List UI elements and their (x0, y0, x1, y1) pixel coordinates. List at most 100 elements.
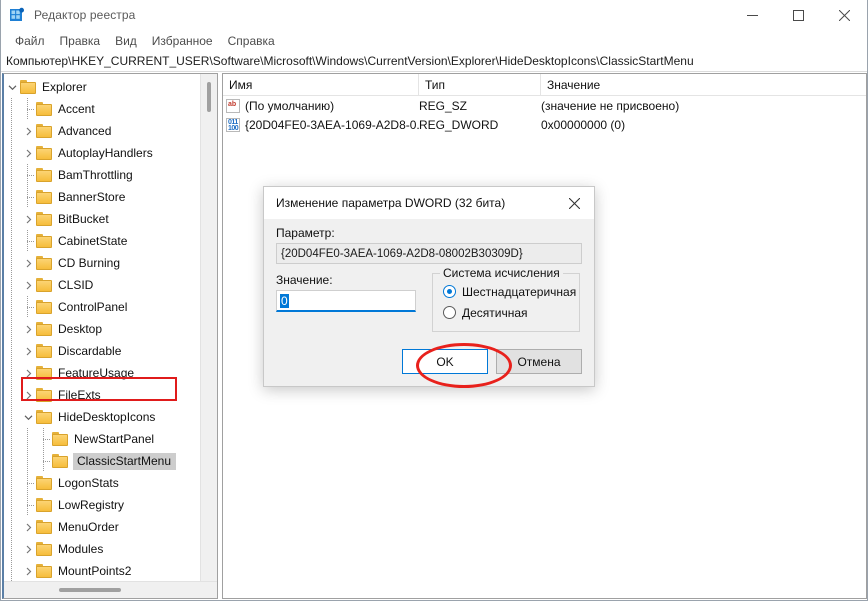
tree-vertical-scrollbar-thumb[interactable] (207, 82, 211, 112)
tree-node-lowregistry[interactable]: LowRegistry (4, 494, 201, 516)
radio-hexadecimal[interactable]: Шестнадцатеричная (443, 281, 579, 302)
column-header-name[interactable]: Имя (223, 74, 419, 96)
value-column: Значение: 0 (276, 273, 426, 332)
value-label: Значение: (276, 273, 333, 287)
tree-node-label: Desktop (58, 322, 103, 336)
radio-decimal[interactable]: Десятичная (443, 302, 579, 323)
tree-node-fileexts[interactable]: FileExts (4, 384, 201, 406)
tree-node-mountpoints2[interactable]: MountPoints2 (4, 560, 201, 581)
tree-connector (20, 494, 36, 516)
column-header-value[interactable]: Значение (541, 74, 866, 96)
tree-node-bamthrottling[interactable]: BamThrottling (4, 164, 201, 186)
chevron-right-icon[interactable] (20, 318, 36, 340)
tree-node-label: MountPoints2 (58, 564, 132, 578)
folder-icon (36, 344, 53, 358)
chevron-right-icon[interactable] (20, 538, 36, 560)
chevron-right-icon[interactable] (20, 208, 36, 230)
chevron-right-icon[interactable] (20, 274, 36, 296)
menu-item-view[interactable]: Вид (108, 32, 145, 50)
cancel-button[interactable]: Отмена (496, 349, 582, 374)
tree-node-label: Accent (58, 102, 95, 116)
tree-node-bitbucket[interactable]: BitBucket (4, 208, 201, 230)
values-row[interactable]: ab (По умолчанию) REG_SZ (значение не присв… (223, 96, 866, 115)
tree-indent-guide (4, 428, 20, 450)
minimize-button[interactable] (729, 0, 775, 30)
tree-node-label: Explorer (42, 80, 87, 94)
tree-node-cabinetstate[interactable]: CabinetState (4, 230, 201, 252)
menu-item-favorites[interactable]: Избранное (145, 32, 221, 50)
chevron-right-icon[interactable] (20, 142, 36, 164)
address-bar[interactable]: Компьютер\HKEY_CURRENT_USER\Software\Mic… (1, 51, 867, 72)
chevron-down-icon[interactable] (20, 406, 36, 428)
tree-indent-guide (4, 186, 20, 208)
values-column-headers: Имя Тип Значение (223, 74, 866, 96)
radio-hexadecimal-label: Шестнадцатеричная (462, 284, 577, 299)
chevron-right-icon[interactable] (20, 516, 36, 538)
menu-item-edit[interactable]: Правка (53, 32, 109, 50)
registry-tree[interactable]: Explorer Accent Advanced AutoplayHandlers Ba… (4, 74, 201, 581)
folder-icon (36, 322, 53, 336)
window-controls (729, 0, 867, 30)
registry-path-text: Компьютер\HKEY_CURRENT_USER\Software\Mic… (6, 54, 694, 68)
folder-icon (36, 234, 53, 248)
tree-node-modules[interactable]: Modules (4, 538, 201, 560)
values-row[interactable]: 011 100 {20D04FE0-3AEA-1069-A2D8-0... REG_D… (223, 115, 866, 134)
tree-node-clsid[interactable]: CLSID (4, 274, 201, 296)
value-and-base-row: Значение: 0 Система исчисления Шестнадца… (276, 266, 582, 332)
column-header-type[interactable]: Тип (419, 74, 541, 96)
tree-indent-guide (4, 164, 20, 186)
tree-node-bannerstore[interactable]: BannerStore (4, 186, 201, 208)
chevron-right-icon[interactable] (20, 384, 36, 406)
param-name-field[interactable]: {20D04FE0-3AEA-1069-A2D8-08002B30309D} (276, 243, 582, 264)
tree-node-advanced[interactable]: Advanced (4, 120, 201, 142)
folder-icon (52, 432, 69, 446)
tree-horizontal-scrollbar-thumb[interactable] (59, 588, 121, 592)
chevron-down-icon[interactable] (4, 76, 20, 98)
chevron-right-icon[interactable] (20, 340, 36, 362)
tree-node-label: LowRegistry (58, 498, 125, 512)
chevron-right-icon[interactable] (20, 560, 36, 581)
param-name-value: {20D04FE0-3AEA-1069-A2D8-08002B30309D} (281, 247, 523, 260)
tree-node-menuorder[interactable]: MenuOrder (4, 516, 201, 538)
tree-vertical-scrollbar[interactable] (200, 74, 217, 581)
tree-node-newstartpanel[interactable]: NewStartPanel (4, 428, 201, 450)
tree-node-label: FileExts (58, 388, 101, 402)
chevron-right-icon[interactable] (20, 120, 36, 142)
tree-node-hidedesktopicons[interactable]: HideDesktopIcons (4, 406, 201, 428)
menu-item-help[interactable]: Справка (221, 32, 283, 50)
values-cell-name: ab (По умолчанию) (223, 96, 419, 115)
tree-node-autoplayhandlers[interactable]: AutoplayHandlers (4, 142, 201, 164)
tree-indent-guide (4, 318, 20, 340)
tree-node-controlpanel[interactable]: ControlPanel (4, 296, 201, 318)
tree-node-label: BamThrottling (58, 168, 133, 182)
tree-node-cd-burning[interactable]: CD Burning (4, 252, 201, 274)
tree-node-discardable[interactable]: Discardable (4, 340, 201, 362)
tree-node-explorer[interactable]: Explorer (4, 76, 201, 98)
tree-node-label: HideDesktopIcons (58, 410, 156, 424)
menu-item-file[interactable]: Файл (8, 32, 53, 50)
tree-node-featureusage[interactable]: FeatureUsage (4, 362, 201, 384)
tree-horizontal-scrollbar[interactable] (4, 581, 217, 598)
folder-icon (20, 80, 37, 94)
tree-connector (20, 230, 36, 252)
tree-node-logonstats[interactable]: LogonStats (4, 472, 201, 494)
folder-icon (36, 542, 53, 556)
base-group: Система исчисления Шестнадцатеричная Дес… (432, 266, 580, 332)
ok-button[interactable]: OK (402, 349, 488, 374)
tree-node-desktop[interactable]: Desktop (4, 318, 201, 340)
folder-icon (52, 454, 69, 468)
chevron-right-icon[interactable] (20, 252, 36, 274)
tree-indent-guide (4, 340, 20, 362)
tree-node-label: Advanced (58, 124, 112, 138)
tree-node-label: ClassicStartMenu (73, 452, 177, 470)
tree-node-classicstartmenu[interactable]: ClassicStartMenu (4, 450, 201, 472)
close-button[interactable] (821, 0, 867, 30)
tree-node-label: ControlPanel (58, 300, 128, 314)
tree-connector (36, 428, 52, 450)
tree-node-accent[interactable]: Accent (4, 98, 201, 120)
tree-node-label: CD Burning (58, 256, 121, 270)
chevron-right-icon[interactable] (20, 362, 36, 384)
value-input[interactable]: 0 (276, 290, 416, 312)
dialog-close-button[interactable] (554, 187, 594, 219)
maximize-button[interactable] (775, 0, 821, 30)
